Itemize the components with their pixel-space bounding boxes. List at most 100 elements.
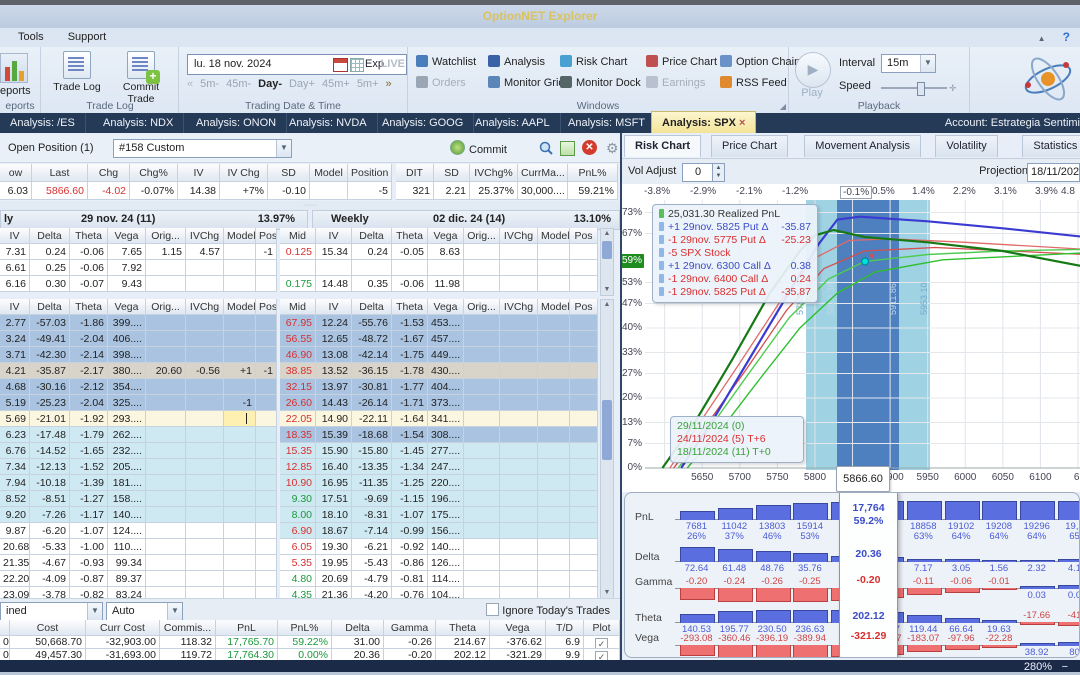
table-row[interactable]: 21.35 -4.67 -0.93 99.34	[0, 555, 277, 571]
calendar-icon[interactable]	[333, 58, 348, 72]
table-row[interactable]: 5.35 19.95 -5.43 -0.86 126....	[280, 555, 598, 571]
reports-button-label[interactable]: eports	[0, 85, 40, 97]
table-row[interactable]: 6.76 -14.52 -1.65 232....	[0, 443, 277, 459]
table-row[interactable]: 6.23 -17.48 -1.79 262....	[0, 427, 277, 443]
column-header[interactable]: Theta	[70, 299, 108, 315]
analysis-tab-onon[interactable]: Analysis: ONON	[186, 113, 288, 133]
table-row[interactable]: 8.00 18.10 -8.31 -1.07 175....	[280, 507, 598, 523]
column-header[interactable]: Theta	[436, 620, 490, 636]
menu-item-tools[interactable]: Tools	[8, 28, 54, 46]
column-header[interactable]: Theta	[70, 228, 108, 244]
column-header[interactable]: Delta	[30, 299, 70, 315]
column-header[interactable]: DIT	[396, 164, 434, 182]
column-header[interactable]: PnL%	[568, 164, 618, 182]
column-header[interactable]: Model	[538, 299, 570, 315]
column-header[interactable]: Orig...	[464, 228, 500, 244]
analysis-tab-spx-active[interactable]: Analysis: SPX ×	[651, 111, 757, 133]
ribbon-button-commit-trade[interactable]: Commit Trade	[110, 51, 172, 105]
windows-item-price-chart[interactable]: Price Chart	[646, 55, 717, 68]
windows-item-risk-chart[interactable]: Risk Chart	[560, 55, 627, 68]
scroll-thumb[interactable]	[602, 400, 612, 460]
column-header[interactable]: Last	[32, 164, 88, 182]
column-header[interactable]: Pos	[256, 299, 277, 315]
column-header[interactable]: Model	[224, 299, 256, 315]
table-row[interactable]: 6.03 5866.60 -4.02 -0.07% 14.38 +7% -0.10 -5	[0, 182, 392, 200]
column-header[interactable]: Orig...	[146, 299, 186, 315]
column-header[interactable]: Model	[310, 164, 348, 182]
column-header[interactable]: SD	[268, 164, 310, 182]
column-header[interactable]: IVChg	[186, 228, 224, 244]
table-row[interactable]: 10.90 16.95 -11.35 -1.25 220....	[280, 475, 598, 491]
table-row[interactable]	[280, 260, 598, 276]
column-header[interactable]: Vega	[428, 228, 464, 244]
column-header[interactable]: IV	[0, 228, 30, 244]
time-step-back[interactable]: «	[187, 78, 193, 90]
column-header[interactable]: CurrMa...	[518, 164, 568, 182]
table-row[interactable]: 9.30 17.51 -9.69 -1.15 196....	[280, 491, 598, 507]
column-header[interactable]: IV	[178, 164, 220, 182]
analysis-tab-goog[interactable]: Analysis: GOOG	[372, 113, 475, 133]
table-row[interactable]: 6.61 0.25 -0.06 7.92	[0, 260, 277, 276]
table-row[interactable]: 6.05 19.30 -6.21 -0.92 140....	[280, 539, 598, 555]
close-position-icon[interactable]: ✕	[582, 140, 597, 155]
spinner-arrows[interactable]: ▲ ▼	[712, 163, 725, 182]
ribbon-button-trade-log[interactable]: Trade Log	[46, 51, 108, 93]
group-expand-icon[interactable]: ◢	[780, 102, 786, 111]
column-header[interactable]: Vega	[428, 299, 464, 315]
column-header[interactable]: IV	[316, 299, 352, 315]
column-header[interactable]: IV	[316, 228, 352, 244]
column-header[interactable]: ow	[0, 164, 32, 182]
column-header[interactable]: IV Chg	[220, 164, 268, 182]
column-header[interactable]: Chg%	[130, 164, 178, 182]
interval-select[interactable]: 15m ▼	[881, 54, 936, 73]
table-row[interactable]: 32.15 13.97 -30.81 -1.77 404....	[280, 379, 598, 395]
table-row[interactable]: 56.55 12.65 -48.72 -1.67 457....	[280, 331, 598, 347]
strategy-select[interactable]: #158 Custom ▼	[113, 139, 292, 158]
mini-scrollbar[interactable]: ▲ ▼	[600, 228, 614, 296]
column-header[interactable]: Pos	[570, 299, 598, 315]
column-header[interactable]: Model	[224, 228, 256, 244]
time-step-45m-[interactable]: 45m-	[226, 78, 251, 90]
windows-item-rss-feed[interactable]: RSS Feed	[720, 76, 787, 89]
plot-checkbox[interactable]: ✓	[584, 636, 620, 649]
time-step-Day-[interactable]: Day-	[258, 78, 282, 90]
column-header[interactable]: IVChg	[500, 228, 538, 244]
table-row[interactable]: 6.90 18.67 -7.14 -0.99 156....	[280, 523, 598, 539]
windows-item-watchlist[interactable]: Watchlist	[416, 55, 476, 68]
column-header[interactable]: Delta	[352, 228, 392, 244]
scroll-down-icon[interactable]: ▼	[601, 285, 613, 295]
mode-select[interactable]: Auto ▼	[106, 602, 183, 621]
chain-scrollbar[interactable]: ▲ ▼	[600, 299, 614, 598]
table-row[interactable]: 3.24 -49.41 -2.04 406....	[0, 331, 277, 347]
column-header[interactable]: IVChg%	[470, 164, 518, 182]
table-row[interactable]: 7.31 0.24 -0.06 7.65 1.15 4.57 -1	[0, 244, 277, 260]
column-header[interactable]: Gamma	[384, 620, 436, 636]
table-row[interactable]: 9.20 -7.26 -1.17 140....	[0, 507, 277, 523]
table-row[interactable]: 20.68 -5.33 -1.00 110....	[0, 539, 277, 555]
column-header[interactable]: Vega	[108, 299, 146, 315]
time-step-Day+[interactable]: Day+	[289, 78, 315, 90]
column-header[interactable]: SD	[434, 164, 470, 182]
column-header[interactable]: Vega	[490, 620, 546, 636]
ignore-trades-toggle[interactable]: Ignore Today's Trades	[486, 603, 610, 617]
chart-tab-price-chart[interactable]: Price Chart	[711, 135, 789, 157]
time-step-5m-[interactable]: 5m-	[200, 78, 219, 90]
column-header[interactable]: Model	[538, 228, 570, 244]
collapse-ribbon-icon[interactable]: ▲	[1038, 34, 1046, 43]
column-header[interactable]: T/D	[546, 620, 584, 636]
table-row[interactable]: 3.71 -42.30 -2.14 398....	[0, 347, 277, 363]
play-button[interactable]: ▶	[795, 52, 831, 88]
windows-item-monitor-dock[interactable]: Monitor Dock	[560, 76, 641, 89]
trading-date-input[interactable]: lu. 18 nov. 2024 Exp LIVE	[187, 54, 407, 75]
position-filter-select[interactable]: ined ▼	[0, 602, 103, 621]
table-row[interactable]: 22.05 14.90 -22.11 -1.64 341....	[280, 411, 598, 427]
menu-item-support[interactable]: Support	[58, 28, 117, 46]
chart-tab-risk-chart[interactable]: Risk Chart	[624, 135, 702, 157]
search-icon[interactable]	[538, 140, 554, 156]
table-row[interactable]: 0.175 14.48 0.35 -0.06 11.98	[280, 276, 598, 292]
column-header[interactable]: IV	[0, 299, 30, 315]
table-row[interactable]: 6.16 0.30 -0.07 9.43	[0, 276, 277, 292]
column-header[interactable]: Commis...	[160, 620, 216, 636]
ignore-trades-checkbox[interactable]	[486, 603, 500, 616]
column-header[interactable]: Curr Cost	[86, 620, 160, 636]
